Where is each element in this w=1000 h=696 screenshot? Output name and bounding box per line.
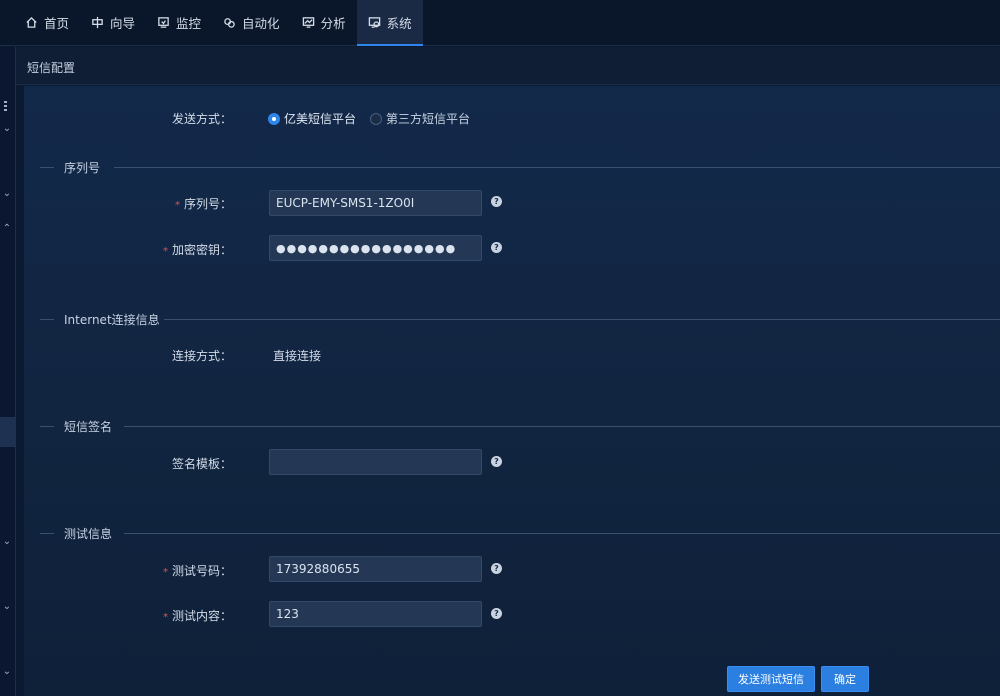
- required-mark: *: [162, 567, 168, 578]
- menu-toggle-icon[interactable]: [4, 101, 7, 113]
- nav-item-analysis[interactable]: 分析: [291, 0, 357, 45]
- section-title: 短信签名: [64, 420, 113, 434]
- confirm-button[interactable]: 确定: [821, 666, 869, 692]
- section-internet: Internet连接信息: [40, 311, 1000, 327]
- sidebar-collapsed: ⌄ ⌄ ⌃ ⌄ ⌄ ⌄: [0, 47, 16, 696]
- connect-method-value: 直接连接: [273, 349, 322, 363]
- guide-icon: [92, 16, 103, 29]
- chevron-down-icon[interactable]: ⌄: [1, 122, 13, 134]
- page-title: 短信配置: [27, 61, 76, 75]
- serial-no-label: * 序列号：: [174, 197, 232, 211]
- section-test: 测试信息: [40, 525, 1000, 541]
- nav-item-label: 首页: [44, 16, 70, 31]
- section-title: 序列号: [64, 161, 101, 175]
- analysis-icon: [302, 17, 314, 28]
- test-content-input[interactable]: 123: [269, 601, 482, 627]
- top-nav: 首页 向导 监控 自动化 分析 系统: [0, 0, 1000, 46]
- chevron-down-icon[interactable]: ⌄: [1, 600, 13, 612]
- sign-template-label: 签名模板：: [171, 457, 232, 471]
- help-icon[interactable]: ?: [491, 196, 502, 207]
- send-method-label: 发送方式：: [171, 112, 232, 126]
- section-title: Internet连接信息: [64, 313, 160, 327]
- nav-item-home[interactable]: 首页: [14, 0, 80, 45]
- connect-method-label: 连接方式：: [171, 349, 232, 363]
- required-mark: *: [162, 246, 168, 257]
- encrypt-key-input[interactable]: ●●●●●●●●●●●●●●●●●: [269, 235, 482, 261]
- chevron-down-icon[interactable]: ⌄: [1, 535, 13, 547]
- nav-item-label: 监控: [176, 16, 202, 31]
- sms-config-form: 发送方式： 亿美短信平台 第三方短信平台 序列号 * 序列号： EUCP-EMY-…: [24, 86, 1000, 696]
- send-test-sms-button[interactable]: 发送测试短信: [727, 666, 815, 692]
- test-content-label: * 测试内容：: [162, 609, 232, 623]
- chevron-down-icon[interactable]: ⌄: [1, 187, 13, 199]
- chevron-up-icon[interactable]: ⌃: [1, 222, 13, 234]
- nav-item-label: 向导: [110, 16, 136, 31]
- nav-item-guide[interactable]: 向导: [80, 0, 146, 45]
- automation-icon: [224, 18, 235, 28]
- section-serial: 序列号: [40, 159, 1000, 175]
- page-header: 短信配置: [16, 47, 1000, 85]
- radio-emay[interactable]: [268, 112, 280, 125]
- section-signature: 短信签名: [40, 418, 1000, 434]
- serial-no-input[interactable]: EUCP-EMY-SMS1-1ZO0I: [269, 190, 482, 216]
- radio-third-party[interactable]: [370, 112, 383, 125]
- section-title: 测试信息: [64, 527, 113, 541]
- encrypt-key-label: * 加密密钥：: [162, 243, 232, 257]
- nav-item-system[interactable]: 系统: [356, 0, 423, 46]
- nav-item-label: 系统: [386, 16, 412, 31]
- nav-item-label: 分析: [320, 16, 346, 31]
- sidebar-selected-item[interactable]: [0, 417, 16, 447]
- help-icon[interactable]: ?: [491, 608, 502, 619]
- test-number-input[interactable]: 17392880655: [269, 556, 482, 582]
- help-icon[interactable]: ?: [491, 563, 502, 574]
- monitor-icon: [158, 17, 169, 28]
- nav-item-automation[interactable]: 自动化: [212, 0, 291, 45]
- chevron-down-icon[interactable]: ⌄: [1, 665, 13, 677]
- help-icon[interactable]: ?: [491, 456, 502, 467]
- help-icon[interactable]: ?: [491, 242, 502, 253]
- required-mark: *: [174, 200, 180, 211]
- radio-emay-label[interactable]: 亿美短信平台: [284, 110, 356, 127]
- system-icon: [368, 17, 380, 28]
- sign-template-input[interactable]: [269, 449, 482, 475]
- home-icon: [26, 16, 37, 28]
- radio-third-party-label[interactable]: 第三方短信平台: [386, 110, 470, 127]
- test-number-label: * 测试号码：: [162, 564, 232, 578]
- required-mark: *: [162, 612, 168, 623]
- nav-item-label: 自动化: [242, 16, 280, 31]
- send-method-radio-group: 亿美短信平台 第三方短信平台: [268, 110, 470, 127]
- nav-item-monitor[interactable]: 监控: [146, 0, 212, 45]
